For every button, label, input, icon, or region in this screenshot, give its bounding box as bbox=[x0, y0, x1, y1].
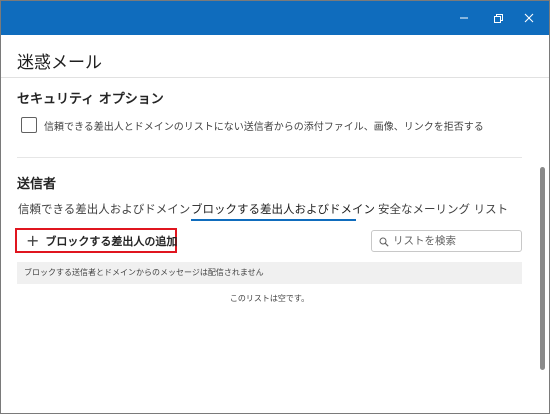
list-info-bar: ブロックする送信者とドメインからのメッセージは配信されません bbox=[17, 262, 522, 284]
tab-trusted-senders[interactable]: 信頼できる差出人およびドメイン bbox=[18, 201, 190, 217]
close-icon bbox=[524, 13, 534, 23]
search-icon bbox=[372, 232, 389, 251]
add-blocked-sender-label: ブロックする差出人の追加 bbox=[45, 234, 178, 248]
section-divider bbox=[17, 157, 522, 158]
block-attachments-checkbox[interactable] bbox=[21, 117, 37, 133]
title-bar bbox=[1, 1, 549, 35]
search-input[interactable] bbox=[393, 235, 513, 247]
minimize-icon bbox=[459, 13, 469, 23]
tab-blocked-senders[interactable]: ブロックする差出人およびドメイン bbox=[191, 201, 375, 217]
minimize-button[interactable] bbox=[448, 1, 480, 35]
add-blocked-sender-button[interactable]: + ブロックする差出人の追加 bbox=[15, 228, 177, 253]
dialog-title: 迷惑メール bbox=[17, 53, 102, 73]
title-divider bbox=[1, 77, 549, 78]
search-box[interactable] bbox=[371, 230, 522, 252]
tab-safe-mailing-lists[interactable]: 安全なメーリング リスト bbox=[378, 201, 508, 217]
selected-tab-indicator bbox=[191, 219, 356, 221]
plus-icon: + bbox=[26, 230, 40, 250]
close-button[interactable] bbox=[513, 1, 545, 35]
restore-button[interactable] bbox=[482, 1, 514, 35]
list-info-text: ブロックする送信者とドメインからのメッセージは配信されません bbox=[24, 268, 264, 277]
senders-heading: 送信者 bbox=[17, 177, 57, 192]
empty-list-message: このリストは空です。 bbox=[229, 294, 310, 303]
security-options-heading: セキュリティ オプション bbox=[17, 92, 164, 107]
block-attachments-label[interactable]: 信頼できる差出人とドメインのリストにない送信者からの添付ファイル、画像、リンクを… bbox=[44, 118, 484, 133]
junk-email-dialog: 迷惑メール セキュリティ オプション 信頼できる差出人とドメインのリストにない送… bbox=[0, 0, 550, 414]
restore-icon bbox=[493, 13, 504, 24]
scrollbar-thumb[interactable] bbox=[540, 167, 545, 370]
